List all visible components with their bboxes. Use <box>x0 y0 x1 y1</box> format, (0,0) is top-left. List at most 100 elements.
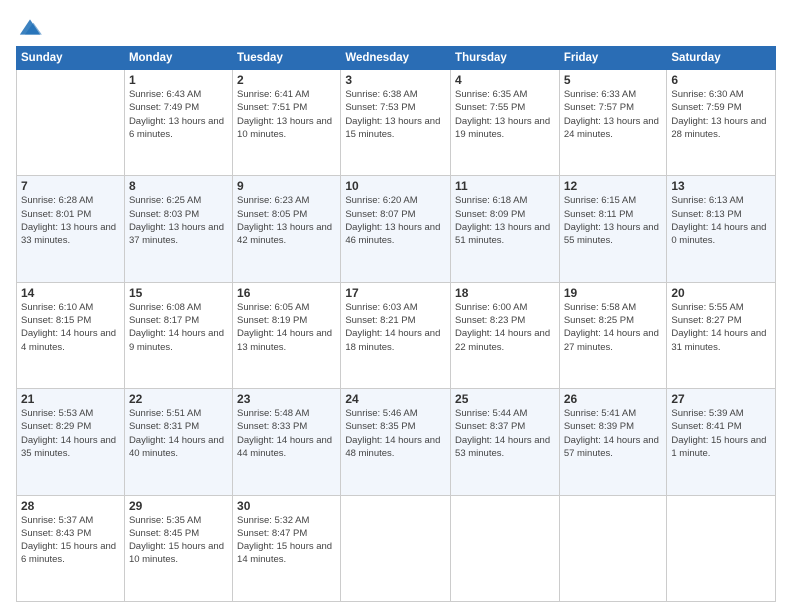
day-number: 29 <box>129 499 228 513</box>
day-info: Sunrise: 5:37 AMSunset: 8:43 PMDaylight:… <box>21 514 120 567</box>
calendar-cell: 18Sunrise: 6:00 AMSunset: 8:23 PMDayligh… <box>451 282 560 388</box>
day-info: Sunrise: 6:43 AMSunset: 7:49 PMDaylight:… <box>129 88 228 141</box>
logo <box>16 16 48 38</box>
day-number: 30 <box>237 499 336 513</box>
day-info: Sunrise: 6:15 AMSunset: 8:11 PMDaylight:… <box>564 194 663 247</box>
calendar-body: 1Sunrise: 6:43 AMSunset: 7:49 PMDaylight… <box>17 70 776 602</box>
day-number: 6 <box>671 73 771 87</box>
day-info: Sunrise: 5:55 AMSunset: 8:27 PMDaylight:… <box>671 301 771 354</box>
day-info: Sunrise: 5:41 AMSunset: 8:39 PMDaylight:… <box>564 407 663 460</box>
calendar-cell <box>559 495 667 601</box>
day-of-week-header: Sunday <box>17 47 125 70</box>
day-of-week-header: Wednesday <box>341 47 451 70</box>
calendar-cell: 21Sunrise: 5:53 AMSunset: 8:29 PMDayligh… <box>17 389 125 495</box>
day-info: Sunrise: 6:05 AMSunset: 8:19 PMDaylight:… <box>237 301 336 354</box>
day-info: Sunrise: 6:00 AMSunset: 8:23 PMDaylight:… <box>455 301 555 354</box>
calendar-cell: 5Sunrise: 6:33 AMSunset: 7:57 PMDaylight… <box>559 70 667 176</box>
day-number: 14 <box>21 286 120 300</box>
day-info: Sunrise: 5:32 AMSunset: 8:47 PMDaylight:… <box>237 514 336 567</box>
day-number: 11 <box>455 179 555 193</box>
calendar-cell: 8Sunrise: 6:25 AMSunset: 8:03 PMDaylight… <box>124 176 232 282</box>
day-of-week-header: Friday <box>559 47 667 70</box>
calendar-header: SundayMondayTuesdayWednesdayThursdayFrid… <box>17 47 776 70</box>
day-of-week-header: Thursday <box>451 47 560 70</box>
calendar-cell: 30Sunrise: 5:32 AMSunset: 8:47 PMDayligh… <box>233 495 341 601</box>
calendar-cell: 15Sunrise: 6:08 AMSunset: 8:17 PMDayligh… <box>124 282 232 388</box>
calendar-cell: 12Sunrise: 6:15 AMSunset: 8:11 PMDayligh… <box>559 176 667 282</box>
day-number: 15 <box>129 286 228 300</box>
day-info: Sunrise: 6:25 AMSunset: 8:03 PMDaylight:… <box>129 194 228 247</box>
day-info: Sunrise: 5:46 AMSunset: 8:35 PMDaylight:… <box>345 407 446 460</box>
day-info: Sunrise: 6:18 AMSunset: 8:09 PMDaylight:… <box>455 194 555 247</box>
day-info: Sunrise: 6:41 AMSunset: 7:51 PMDaylight:… <box>237 88 336 141</box>
calendar-cell: 10Sunrise: 6:20 AMSunset: 8:07 PMDayligh… <box>341 176 451 282</box>
day-number: 27 <box>671 392 771 406</box>
day-info: Sunrise: 5:48 AMSunset: 8:33 PMDaylight:… <box>237 407 336 460</box>
day-info: Sunrise: 5:51 AMSunset: 8:31 PMDaylight:… <box>129 407 228 460</box>
calendar-week-row: 28Sunrise: 5:37 AMSunset: 8:43 PMDayligh… <box>17 495 776 601</box>
day-number: 20 <box>671 286 771 300</box>
day-info: Sunrise: 6:30 AMSunset: 7:59 PMDaylight:… <box>671 88 771 141</box>
calendar-cell: 20Sunrise: 5:55 AMSunset: 8:27 PMDayligh… <box>667 282 776 388</box>
calendar-cell: 11Sunrise: 6:18 AMSunset: 8:09 PMDayligh… <box>451 176 560 282</box>
calendar-cell: 25Sunrise: 5:44 AMSunset: 8:37 PMDayligh… <box>451 389 560 495</box>
calendar-cell <box>341 495 451 601</box>
calendar-week-row: 1Sunrise: 6:43 AMSunset: 7:49 PMDaylight… <box>17 70 776 176</box>
calendar-cell: 27Sunrise: 5:39 AMSunset: 8:41 PMDayligh… <box>667 389 776 495</box>
day-info: Sunrise: 6:13 AMSunset: 8:13 PMDaylight:… <box>671 194 771 247</box>
day-number: 9 <box>237 179 336 193</box>
calendar-cell <box>667 495 776 601</box>
day-info: Sunrise: 6:08 AMSunset: 8:17 PMDaylight:… <box>129 301 228 354</box>
day-info: Sunrise: 5:44 AMSunset: 8:37 PMDaylight:… <box>455 407 555 460</box>
day-number: 1 <box>129 73 228 87</box>
calendar-cell: 2Sunrise: 6:41 AMSunset: 7:51 PMDaylight… <box>233 70 341 176</box>
calendar-cell: 6Sunrise: 6:30 AMSunset: 7:59 PMDaylight… <box>667 70 776 176</box>
calendar-cell: 7Sunrise: 6:28 AMSunset: 8:01 PMDaylight… <box>17 176 125 282</box>
day-info: Sunrise: 6:23 AMSunset: 8:05 PMDaylight:… <box>237 194 336 247</box>
day-number: 10 <box>345 179 446 193</box>
day-number: 4 <box>455 73 555 87</box>
calendar-cell: 14Sunrise: 6:10 AMSunset: 8:15 PMDayligh… <box>17 282 125 388</box>
calendar-cell: 9Sunrise: 6:23 AMSunset: 8:05 PMDaylight… <box>233 176 341 282</box>
day-of-week-header: Monday <box>124 47 232 70</box>
day-number: 7 <box>21 179 120 193</box>
calendar-cell: 13Sunrise: 6:13 AMSunset: 8:13 PMDayligh… <box>667 176 776 282</box>
day-info: Sunrise: 6:28 AMSunset: 8:01 PMDaylight:… <box>21 194 120 247</box>
calendar-cell: 4Sunrise: 6:35 AMSunset: 7:55 PMDaylight… <box>451 70 560 176</box>
day-info: Sunrise: 6:33 AMSunset: 7:57 PMDaylight:… <box>564 88 663 141</box>
day-info: Sunrise: 6:35 AMSunset: 7:55 PMDaylight:… <box>455 88 555 141</box>
day-number: 5 <box>564 73 663 87</box>
calendar-cell: 26Sunrise: 5:41 AMSunset: 8:39 PMDayligh… <box>559 389 667 495</box>
day-number: 23 <box>237 392 336 406</box>
day-number: 12 <box>564 179 663 193</box>
day-info: Sunrise: 6:10 AMSunset: 8:15 PMDaylight:… <box>21 301 120 354</box>
calendar-page: SundayMondayTuesdayWednesdayThursdayFrid… <box>0 0 792 612</box>
calendar-table: SundayMondayTuesdayWednesdayThursdayFrid… <box>16 46 776 602</box>
calendar-cell: 19Sunrise: 5:58 AMSunset: 8:25 PMDayligh… <box>559 282 667 388</box>
header <box>16 16 776 38</box>
calendar-cell: 3Sunrise: 6:38 AMSunset: 7:53 PMDaylight… <box>341 70 451 176</box>
calendar-week-row: 7Sunrise: 6:28 AMSunset: 8:01 PMDaylight… <box>17 176 776 282</box>
day-of-week-header: Tuesday <box>233 47 341 70</box>
calendar-cell: 1Sunrise: 6:43 AMSunset: 7:49 PMDaylight… <box>124 70 232 176</box>
day-number: 8 <box>129 179 228 193</box>
day-number: 25 <box>455 392 555 406</box>
calendar-cell: 24Sunrise: 5:46 AMSunset: 8:35 PMDayligh… <box>341 389 451 495</box>
day-number: 18 <box>455 286 555 300</box>
day-number: 13 <box>671 179 771 193</box>
day-info: Sunrise: 6:38 AMSunset: 7:53 PMDaylight:… <box>345 88 446 141</box>
calendar-cell <box>17 70 125 176</box>
day-number: 21 <box>21 392 120 406</box>
day-info: Sunrise: 6:03 AMSunset: 8:21 PMDaylight:… <box>345 301 446 354</box>
day-number: 22 <box>129 392 228 406</box>
calendar-cell: 29Sunrise: 5:35 AMSunset: 8:45 PMDayligh… <box>124 495 232 601</box>
day-info: Sunrise: 5:53 AMSunset: 8:29 PMDaylight:… <box>21 407 120 460</box>
calendar-cell <box>451 495 560 601</box>
day-number: 3 <box>345 73 446 87</box>
calendar-cell: 23Sunrise: 5:48 AMSunset: 8:33 PMDayligh… <box>233 389 341 495</box>
calendar-cell: 22Sunrise: 5:51 AMSunset: 8:31 PMDayligh… <box>124 389 232 495</box>
calendar-week-row: 14Sunrise: 6:10 AMSunset: 8:15 PMDayligh… <box>17 282 776 388</box>
calendar-cell: 17Sunrise: 6:03 AMSunset: 8:21 PMDayligh… <box>341 282 451 388</box>
day-number: 26 <box>564 392 663 406</box>
day-info: Sunrise: 6:20 AMSunset: 8:07 PMDaylight:… <box>345 194 446 247</box>
